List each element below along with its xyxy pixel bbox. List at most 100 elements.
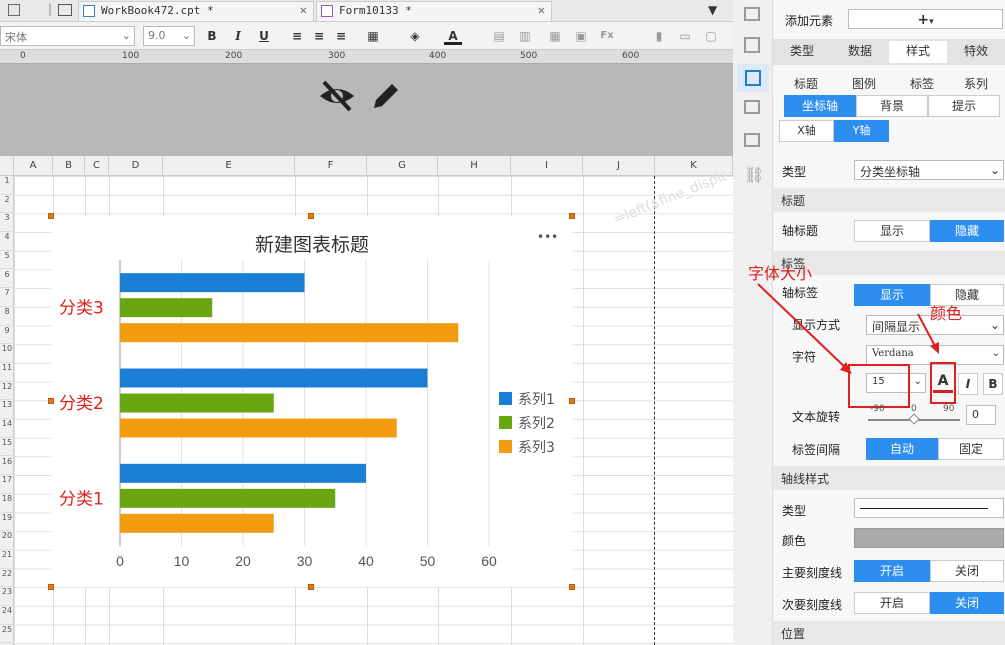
tab-effect[interactable]: 特效: [947, 41, 1005, 63]
row-header-cell[interactable]: 25: [0, 625, 14, 644]
row-header-cell[interactable]: 10: [0, 344, 14, 363]
sheet-icon[interactable]: ▣: [572, 27, 590, 45]
row-header-cell[interactable]: 16: [0, 457, 14, 476]
close-icon[interactable]: ✕: [300, 3, 307, 17]
font-color-icon[interactable]: A: [444, 27, 462, 45]
align-right-icon[interactable]: ≡: [332, 27, 350, 45]
font-family-select[interactable]: 宋体 ⌄: [0, 26, 135, 46]
subtab-background[interactable]: 背景: [856, 95, 928, 117]
grid-icon[interactable]: [58, 4, 72, 16]
section-title[interactable]: 标题: [773, 188, 1005, 212]
row-header-cell[interactable]: 17: [0, 475, 14, 494]
column-header-cell[interactable]: C: [85, 156, 109, 176]
row-header-cell[interactable]: 24: [0, 606, 14, 625]
column-header-cell[interactable]: F: [295, 156, 367, 176]
tab-type[interactable]: 类型: [773, 41, 831, 63]
major-tick-off[interactable]: 关闭: [930, 560, 1004, 582]
layout-icon[interactable]: [744, 37, 760, 53]
add-element-button[interactable]: +▾: [848, 9, 1003, 29]
row-header-cell[interactable]: 19: [0, 513, 14, 532]
rotate-input[interactable]: 0: [966, 405, 996, 425]
resize-handle[interactable]: [308, 213, 314, 219]
close-icon[interactable]: ✕: [538, 3, 545, 17]
column-header-cell[interactable]: G: [367, 156, 438, 176]
subtab-series[interactable]: 系列: [952, 74, 1000, 96]
align-center-icon[interactable]: ≡: [310, 27, 328, 45]
section-position[interactable]: 位置: [773, 621, 1005, 645]
interval-fixed[interactable]: 固定: [938, 438, 1004, 460]
row-header-cell[interactable]: 18: [0, 494, 14, 513]
insert-row-icon[interactable]: ▥: [516, 27, 534, 45]
row-header-cell[interactable]: 21: [0, 550, 14, 569]
row-header-cell[interactable]: 23: [0, 587, 14, 607]
axis-type-select[interactable]: 分类坐标轴 ⌄: [854, 160, 1004, 180]
row-header-cell[interactable]: 15: [0, 438, 14, 457]
column-header-cell[interactable]: A: [14, 156, 53, 176]
tab-workbook[interactable]: WorkBook472.cpt * ✕: [78, 1, 314, 21]
minor-tick-on[interactable]: 开启: [854, 592, 930, 614]
column-header-cell[interactable]: H: [438, 156, 511, 176]
column-header-cell[interactable]: B: [53, 156, 85, 176]
bold-button[interactable]: B: [203, 27, 221, 45]
interval-auto[interactable]: 自动: [866, 438, 938, 460]
chart-icon[interactable]: ▮: [650, 27, 668, 45]
event-icon[interactable]: [744, 100, 760, 114]
row-header-cell[interactable]: 22: [0, 569, 14, 588]
subtab-tooltip[interactable]: 提示: [928, 95, 1000, 117]
row-header-cell[interactable]: 5: [0, 251, 14, 270]
resize-handle[interactable]: [48, 584, 54, 590]
y-axis-tab[interactable]: Y轴: [834, 120, 889, 142]
italic-button[interactable]: I: [229, 27, 247, 45]
column-header-cell[interactable]: J: [583, 156, 655, 176]
fill-color-icon[interactable]: ◈: [406, 27, 424, 45]
resize-handle[interactable]: [569, 584, 575, 590]
resize-handle[interactable]: [569, 398, 575, 404]
more-icon[interactable]: ▢: [702, 27, 720, 45]
row-header-cell[interactable]: 3: [0, 213, 14, 233]
border-icon[interactable]: ▦: [364, 27, 382, 45]
line-color-picker[interactable]: [854, 528, 1004, 548]
row-header-cell[interactable]: 7: [0, 288, 14, 307]
resize-handle[interactable]: [569, 213, 575, 219]
major-tick-on[interactable]: 开启: [854, 560, 930, 582]
row-header-cell[interactable]: 8: [0, 307, 14, 326]
column-header-cell[interactable]: I: [511, 156, 583, 176]
chart-widget[interactable]: 新建图表标题 ••• 0 10 20 30 40 50 60 分类1 分类2 分类3 系列1 系列2 系…: [51, 216, 573, 587]
line-type-select[interactable]: [854, 498, 1004, 518]
row-header-cell[interactable]: 20: [0, 531, 14, 550]
bold-toggle[interactable]: B: [983, 373, 1003, 395]
formula-icon[interactable]: Fx: [598, 27, 616, 45]
column-header-cell[interactable]: D: [109, 156, 163, 176]
list-icon[interactable]: [744, 133, 760, 147]
subtab-label[interactable]: 标签: [894, 74, 950, 96]
row-header-cell[interactable]: 6: [0, 270, 14, 289]
subtab-title[interactable]: 标题: [778, 74, 834, 96]
link-icon[interactable]: ⛓: [744, 165, 764, 184]
row-header-cell[interactable]: 1: [0, 176, 14, 195]
tab-style[interactable]: 样式: [889, 41, 947, 63]
align-left-icon[interactable]: ≡: [288, 27, 306, 45]
minor-tick-off[interactable]: 关闭: [930, 592, 1004, 614]
widget-icon[interactable]: [744, 7, 760, 21]
axis-title-show[interactable]: 显示: [854, 220, 930, 242]
subtab-legend[interactable]: 图例: [836, 74, 892, 96]
merge-icon[interactable]: ▤: [490, 27, 508, 45]
column-header-cell[interactable]: E: [163, 156, 295, 176]
row-header-cell[interactable]: 4: [0, 232, 14, 251]
row-header-cell[interactable]: 14: [0, 419, 14, 438]
resize-handle[interactable]: [48, 398, 54, 404]
resize-handle[interactable]: [48, 213, 54, 219]
row-header-cell[interactable]: 13: [0, 400, 14, 420]
row-header-cell[interactable]: 2: [0, 195, 14, 214]
row-header-cell[interactable]: 9: [0, 326, 14, 345]
x-axis-tab[interactable]: X轴: [779, 120, 834, 142]
hide-eye-icon[interactable]: [318, 80, 356, 112]
corner-cell[interactable]: [0, 156, 14, 176]
font-size-select[interactable]: 9.0 ⌄: [143, 26, 195, 46]
underline-button[interactable]: U: [255, 27, 273, 45]
row-header-cell[interactable]: 11: [0, 363, 14, 382]
insert-col-icon[interactable]: ▦: [546, 27, 564, 45]
edit-pencil-icon[interactable]: [370, 80, 402, 112]
tab-data[interactable]: 数据: [831, 41, 889, 63]
dropdown-icon[interactable]: ▼: [708, 3, 717, 17]
